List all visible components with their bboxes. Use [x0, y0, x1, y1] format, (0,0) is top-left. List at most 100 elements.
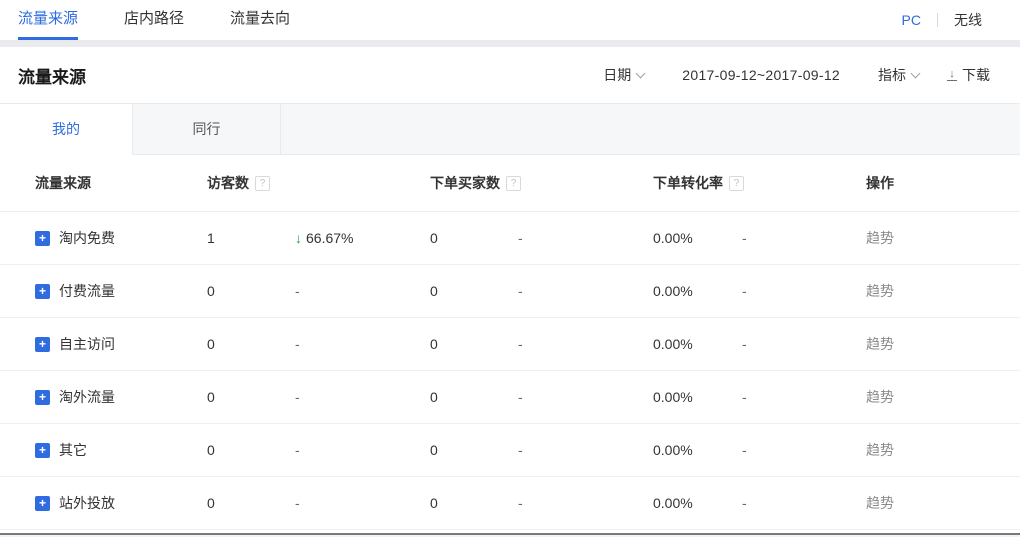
table-row: + 付费流量 0 - 0 - 0.00% - 趋势: [0, 265, 1020, 318]
visitors-change: -: [295, 336, 430, 352]
table-row: + 淘外流量 0 - 0 - 0.00% - 趋势: [0, 371, 1020, 424]
source-name: 付费流量: [59, 281, 115, 301]
buyers-change: -: [518, 230, 653, 246]
conversion-value: 0.00%: [653, 230, 742, 246]
trend-link[interactable]: 趋势: [866, 283, 894, 299]
divider: [937, 13, 938, 27]
source-name: 其它: [59, 440, 87, 460]
header-buyers: 下单买家数 ?: [430, 173, 653, 193]
trend-link[interactable]: 趋势: [866, 442, 894, 458]
trend-link[interactable]: 趋势: [866, 230, 894, 246]
header-buyers-label: 下单买家数: [430, 173, 500, 193]
header-visitors-label: 访客数: [207, 173, 249, 193]
trend-link[interactable]: 趋势: [866, 336, 894, 352]
source-name: 自主访问: [59, 334, 115, 354]
download-button[interactable]: ↓ 下载: [947, 65, 990, 85]
section-separator: [0, 40, 1020, 47]
conversion-change: -: [742, 283, 866, 299]
view-tabs: 我的 同行: [0, 103, 1020, 155]
visitors-change-value: 66.67%: [306, 230, 353, 246]
buyers-value: 0: [430, 336, 518, 352]
buyers-change: -: [518, 442, 653, 458]
help-icon[interactable]: ?: [729, 176, 744, 191]
buyers-value: 0: [430, 442, 518, 458]
buyers-value: 0: [430, 230, 518, 246]
table-row: + 站外投放 0 - 0 - 0.00% - 趋势: [0, 477, 1020, 530]
visitors-value: 0: [207, 283, 295, 299]
device-toggle-pc[interactable]: PC: [902, 12, 921, 28]
metric-dropdown-label: 指标: [878, 65, 906, 85]
visitors-change: -: [295, 283, 430, 299]
download-label: 下载: [962, 65, 990, 85]
down-arrow-icon: ↓: [295, 230, 302, 246]
page-title: 流量来源: [18, 63, 86, 88]
conversion-change: -: [742, 336, 866, 352]
trend-link[interactable]: 趋势: [866, 495, 894, 511]
conversion-value: 0.00%: [653, 389, 742, 405]
buyers-change: -: [518, 495, 653, 511]
trend-link[interactable]: 趋势: [866, 389, 894, 405]
expand-plus-icon[interactable]: +: [35, 496, 50, 511]
header-conversion-label: 下单转化率: [653, 173, 723, 193]
tab-peers[interactable]: 同行: [133, 104, 281, 154]
conversion-change: -: [742, 389, 866, 405]
buyers-value: 0: [430, 389, 518, 405]
download-icon: ↓: [947, 70, 957, 81]
conversion-value: 0.00%: [653, 283, 742, 299]
header-controls: 日期 2017-09-12~2017-09-12 指标 ↓ 下载: [603, 65, 990, 85]
expand-plus-icon[interactable]: +: [35, 284, 50, 299]
visitors-value: 0: [207, 389, 295, 405]
conversion-value: 0.00%: [653, 442, 742, 458]
visitors-value: 1: [207, 230, 295, 246]
conversion-value: 0.00%: [653, 336, 742, 352]
table-row: + 其它 0 - 0 - 0.00% - 趋势: [0, 424, 1020, 477]
buyers-value: 0: [430, 283, 518, 299]
source-name: 淘外流量: [59, 387, 115, 407]
card-header: 流量来源 日期 2017-09-12~2017-09-12 指标 ↓ 下载: [0, 47, 1020, 103]
visitors-change: -: [295, 495, 430, 511]
tab-mine[interactable]: 我的: [0, 104, 133, 155]
buyers-value: 0: [430, 495, 518, 511]
conversion-change: -: [742, 495, 866, 511]
visitors-value: 0: [207, 336, 295, 352]
chevron-down-icon: [636, 68, 646, 78]
date-range-value[interactable]: 2017-09-12~2017-09-12: [682, 67, 840, 83]
metric-dropdown[interactable]: 指标: [878, 65, 919, 85]
conversion-change: -: [742, 230, 866, 246]
conversion-change: -: [742, 442, 866, 458]
table-row: + 自主访问 0 - 0 - 0.00% - 趋势: [0, 318, 1020, 371]
expand-plus-icon[interactable]: +: [35, 390, 50, 405]
top-nav-tabs: 流量来源 店内路径 流量去向: [0, 0, 902, 40]
visitors-change: -: [295, 442, 430, 458]
buyers-change: -: [518, 389, 653, 405]
bottom-divider: [0, 533, 1020, 535]
expand-plus-icon[interactable]: +: [35, 443, 50, 458]
header-conversion: 下单转化率 ?: [653, 173, 866, 193]
visitors-value: 0: [207, 495, 295, 511]
expand-plus-icon[interactable]: +: [35, 231, 50, 246]
buyers-change: -: [518, 283, 653, 299]
nav-tab-traffic-destination[interactable]: 流量去向: [230, 0, 290, 40]
source-name: 淘内免费: [59, 228, 115, 248]
chevron-down-icon: [911, 68, 921, 78]
table-row: + 淘内免费 1 ↓66.67% 0 - 0.00% - 趋势: [0, 212, 1020, 265]
help-icon[interactable]: ?: [255, 176, 270, 191]
nav-tab-traffic-source[interactable]: 流量来源: [18, 0, 78, 40]
tab-bar-filler: [281, 104, 1020, 154]
expand-plus-icon[interactable]: +: [35, 337, 50, 352]
download-baseline: [947, 80, 957, 81]
nav-tab-instore-path[interactable]: 店内路径: [124, 0, 184, 40]
download-arrow-glyph: ↓: [949, 70, 955, 79]
date-dropdown[interactable]: 日期: [603, 65, 644, 85]
header-action: 操作: [866, 173, 1020, 193]
source-name: 站外投放: [59, 493, 115, 513]
visitors-value: 0: [207, 442, 295, 458]
device-toggle-wireless[interactable]: 无线: [954, 10, 982, 30]
visitors-change: ↓66.67%: [295, 230, 430, 246]
buyers-change: -: [518, 336, 653, 352]
visitors-change: -: [295, 389, 430, 405]
header-source: 流量来源: [0, 173, 207, 193]
top-navigation: 流量来源 店内路径 流量去向 PC 无线: [0, 0, 1020, 40]
conversion-value: 0.00%: [653, 495, 742, 511]
help-icon[interactable]: ?: [506, 176, 521, 191]
